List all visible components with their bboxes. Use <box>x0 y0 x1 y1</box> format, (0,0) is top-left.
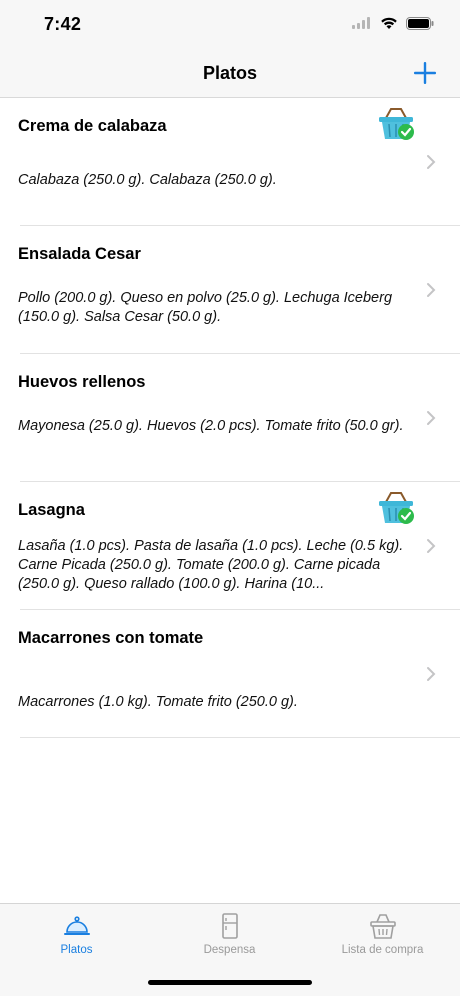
nav-bar: Platos <box>0 52 460 98</box>
signal-icon <box>352 17 370 29</box>
dish-ingredients: Calabaza (250.0 g). Calabaza (250.0 g). <box>18 172 277 188</box>
basket-icon <box>369 914 396 939</box>
dish-row[interactable]: Huevos rellenos Mayonesa (25.0 g). Huevo… <box>0 354 460 482</box>
dish-ingredients: Pollo (200.0 g). Queso en polvo (25.0 g)… <box>18 290 393 325</box>
dish-list: Crema de calabaza Calabaza (250.0 g). Ca… <box>0 98 460 738</box>
dish-ingredients: Macarrones (1.0 kg). Tomate frito (250.0… <box>18 694 298 710</box>
dish-name: Ensalada Cesar <box>18 245 141 263</box>
dish-row[interactable]: Crema de calabaza Calabaza (250.0 g). Ca… <box>0 98 460 226</box>
chevron-right-icon <box>427 411 436 425</box>
status-icons <box>352 16 434 30</box>
cloche-icon <box>63 916 90 935</box>
tab-lista-de-compra[interactable]: Lista de compra <box>306 904 459 964</box>
wifi-icon <box>381 17 397 29</box>
status-time: 7:42 <box>44 14 82 34</box>
page-title: Platos <box>202 63 258 83</box>
shopping-basket-check-icon <box>379 492 414 524</box>
dish-name: Huevos rellenos <box>18 373 146 391</box>
chevron-right-icon <box>427 667 436 681</box>
chevron-right-icon <box>427 155 436 169</box>
tab-despensa[interactable]: Despensa <box>153 904 306 964</box>
dish-row[interactable]: Lasagna Lasaña (1.0 pcs). Pasta de lasañ… <box>0 482 460 610</box>
battery-icon <box>406 16 434 30</box>
tab-platos[interactable]: Platos <box>0 904 153 964</box>
tab-label: Despensa <box>203 944 256 956</box>
dish-row[interactable]: Macarrones con tomate Macarrones (1.0 kg… <box>0 610 460 738</box>
dish-name: Crema de calabaza <box>18 117 167 135</box>
shopping-basket-check-icon <box>379 108 414 140</box>
dish-ingredients: Lasaña (1.0 pcs). Pasta de lasaña (1.0 p… <box>18 538 404 592</box>
dish-ingredients: Mayonesa (25.0 g). Huevos (2.0 pcs). Tom… <box>18 418 404 434</box>
chevron-right-icon <box>427 539 436 553</box>
tab-label: Lista de compra <box>341 944 424 956</box>
dish-row[interactable]: Ensalada Cesar Pollo (200.0 g). Queso en… <box>0 226 460 354</box>
plus-icon <box>414 62 436 84</box>
dish-name: Macarrones con tomate <box>18 629 204 647</box>
tab-label: Platos <box>60 944 93 956</box>
home-indicator <box>148 980 312 985</box>
chevron-right-icon <box>427 283 436 297</box>
dish-name: Lasagna <box>18 501 85 519</box>
add-dish-button[interactable] <box>412 60 438 86</box>
fridge-icon <box>221 913 238 939</box>
status-bar: 7:42 <box>0 0 460 52</box>
